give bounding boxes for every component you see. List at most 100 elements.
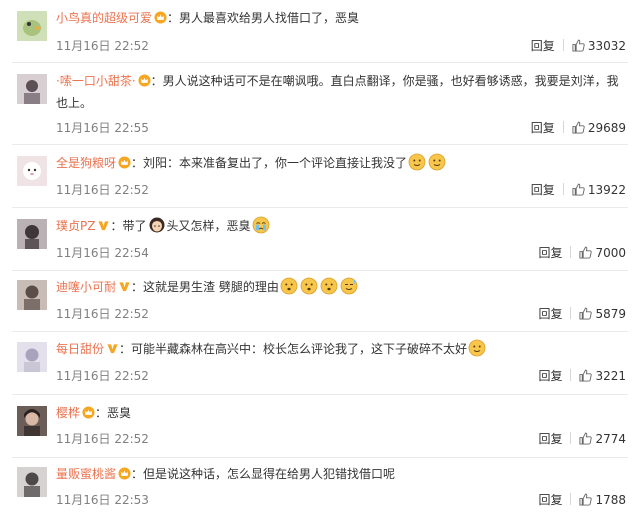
username-link[interactable]: 樱桦 [56,406,80,420]
like-count: 7000 [595,246,626,260]
comment-body: 樱桦 ：恶臭 [56,402,626,424]
divider [570,369,572,381]
like-count: 2774 [595,432,626,446]
v-badge-icon [98,221,110,231]
avatar[interactable] [17,219,47,249]
comment-body: 璞贞PZ ：带了 头又怎样，恶臭 [56,215,626,237]
v-badge-icon [107,344,118,354]
like-button[interactable]: 5879 [579,307,626,321]
avatar-image [17,467,47,497]
comment-body-continued: 也上。 [56,92,626,114]
comment-timestamp: 11月16日 22:54 [56,246,149,260]
v-badge-icon [119,282,130,292]
comment-item: 每日甜份 ：可能半藏森林在高兴中：校长怎么评论我了，这下子破碎不太好 11月16日… [0,332,640,395]
avatar[interactable] [17,156,47,186]
crown-badge-icon [138,74,151,87]
colon-separator: ： [119,342,132,356]
comment-body: 迪噻小可耐 ：这就是男生渣 劈腿的理由 [56,276,626,298]
avatar[interactable] [17,11,47,41]
comment-item: 小鸟真的超级可爱 ：男人最喜欢给男人找借口了，恶臭 11月16日 22:52 回复… [0,0,640,63]
emoji-face-icon [280,277,298,295]
like-count: 3221 [595,369,626,383]
colon-separator: ： [110,219,123,233]
like-button[interactable]: 29689 [572,121,626,135]
thumbs-up-icon [579,246,593,259]
reply-button[interactable]: 回复 [531,121,555,135]
comment-item: 樱桦 ：恶臭 11月16日 22:52 回复 2774 [0,395,640,458]
comment-text: 男人最喜欢给男人找借口了，恶臭 [179,11,360,25]
avatar-image [17,280,47,310]
comment-item: 璞贞PZ ：带了 头又怎样，恶臭 11月16日 22:54 回复 7000 [0,208,640,271]
reply-button[interactable]: 回复 [538,493,562,507]
username-link[interactable]: 每日甜份 [56,342,104,356]
reply-button[interactable]: 回复 [538,246,562,260]
colon-separator: ： [131,467,144,481]
comment-text: 可能半藏森林在高兴中：校长怎么评论我了，这下子破碎不太好 [131,342,468,356]
avatar[interactable] [17,74,47,104]
emoji-crying-icon [252,216,269,234]
username-link[interactable]: 迪噻小可耐 [56,280,116,294]
comment-timestamp: 11月16日 22:55 [56,121,149,135]
emoji-face-icon [300,277,318,295]
username-link[interactable]: ·嗦一口小甜茶· [56,74,136,88]
thumbs-up-icon [572,183,585,196]
thumbs-up-icon [572,39,585,52]
comment-timestamp: 11月16日 22:52 [56,183,149,197]
avatar-image [17,74,47,104]
comment-body: 小鸟真的超级可爱 ：男人最喜欢给男人找借口了，恶臭 [56,7,626,29]
reply-button[interactable]: 回复 [531,183,555,197]
comment-timestamp: 11月16日 22:52 [56,307,149,321]
divider [570,493,572,505]
like-button[interactable]: 13922 [572,183,626,197]
colon-separator: ： [150,74,163,88]
like-count: 13922 [587,183,626,197]
thumbs-up-icon [572,121,585,134]
comment-timestamp: 11月16日 22:53 [56,493,149,507]
colon-separator: ： [95,406,108,420]
avatar[interactable] [17,342,47,372]
username-link[interactable]: 全是狗粮呀 [56,156,116,170]
colon-separator: ： [167,11,180,25]
comment-timestamp: 11月16日 22:52 [56,39,149,53]
username-link[interactable]: 小鸟真的超级可爱 [56,11,152,25]
like-button[interactable]: 33032 [572,39,626,53]
colon-separator: ： [131,156,144,170]
like-button[interactable]: 3221 [579,369,626,383]
comment-list: 小鸟真的超级可爱 ：男人最喜欢给男人找借口了，恶臭 11月16日 22:52 回复… [0,0,640,517]
reply-button[interactable]: 回复 [538,307,562,321]
emoji-face-icon [408,153,426,171]
avatar-image [17,156,47,186]
like-count: 33032 [587,39,626,53]
avatar-image [17,342,47,372]
emoji-face-icon [340,277,358,295]
comment-item: ·嗦一口小甜茶· ：男人说这种话可不是在嘲讽哦。直白点翻译，你是骚，也好看够诱惑，… [0,63,640,145]
comment-text: 但是说这种话，怎么显得在给男人犯错找借口呢 [143,467,396,481]
avatar-image [17,11,47,41]
divider [562,39,564,51]
avatar[interactable] [17,467,47,497]
divider [562,121,564,133]
username-link[interactable]: 量贩蜜桃酱 [56,467,116,481]
thumbs-up-icon [579,432,593,445]
thumbs-up-icon [579,493,593,506]
username-link[interactable]: 璞贞PZ [56,219,95,233]
reply-button[interactable]: 回复 [531,39,555,53]
comment-item: 量贩蜜桃酱 ：但是说这种话，怎么显得在给男人犯错找借口呢 11月16日 22:53… [0,458,640,517]
avatar[interactable] [17,406,47,436]
like-button[interactable]: 2774 [579,432,626,446]
divider [562,183,564,195]
comment-body: 每日甜份 ：可能半藏森林在高兴中：校长怎么评论我了，这下子破碎不太好 [56,338,626,360]
divider [570,432,572,444]
reply-button[interactable]: 回复 [538,432,562,446]
avatar[interactable] [17,280,47,310]
like-count: 5879 [595,307,626,321]
reply-button[interactable]: 回复 [538,369,562,383]
divider [570,307,572,319]
like-button[interactable]: 1788 [579,493,626,507]
like-count: 1788 [595,493,626,507]
like-button[interactable]: 7000 [579,246,626,260]
thumbs-up-icon [579,307,593,320]
comment-text: 男人说这种话可不是在嘲讽哦。直白点翻译，你是骚，也好看够诱惑，我要是刘洋，我 [162,74,619,88]
emoji-face-icon [320,277,338,295]
comment-text: 头又怎样，恶臭 [166,219,251,233]
